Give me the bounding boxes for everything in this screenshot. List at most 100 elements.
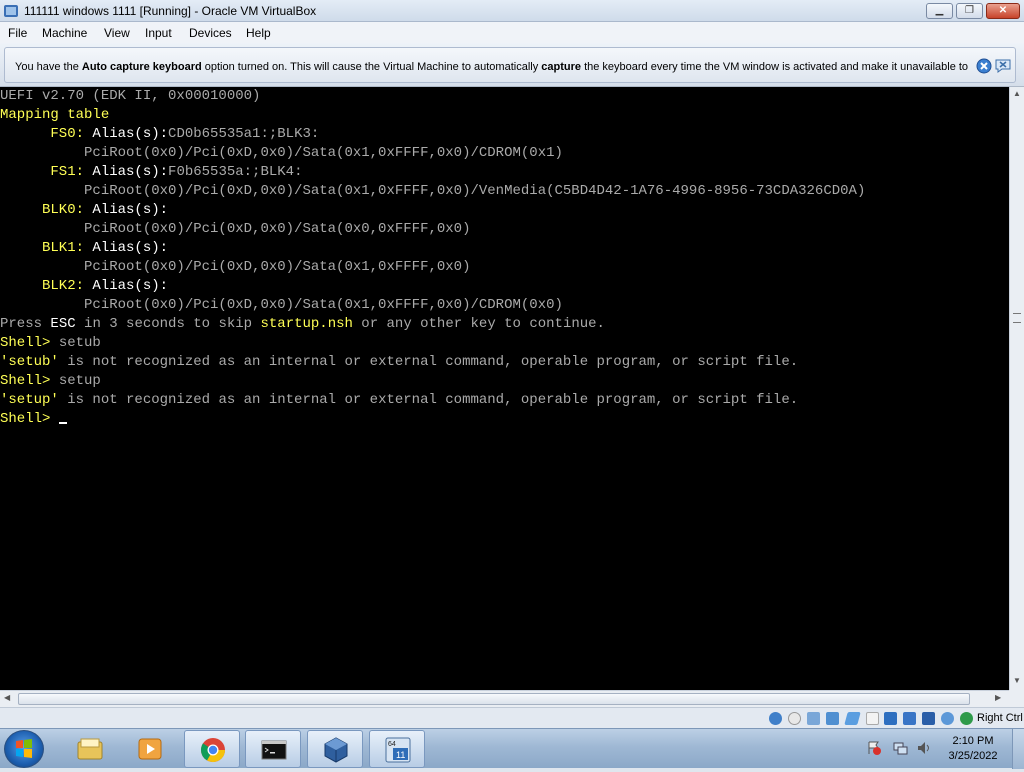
terminal-text: PciRoot(0x0)/Pci(0xD,0x0)/Sata(0x1,0xFFF…	[0, 183, 866, 199]
terminal-text: setup	[58, 373, 101, 389]
terminal-text: Mapping table	[0, 107, 110, 123]
menu-input[interactable]: Input	[145, 26, 172, 40]
terminal-line: PciRoot(0x0)/Pci(0xD,0x0)/Sata(0x1,0xFFF…	[0, 258, 865, 277]
network-icon[interactable]	[826, 712, 839, 725]
optical-drive-icon[interactable]	[788, 712, 801, 725]
terminal-line: Press ESC in 3 seconds to skip startup.n…	[0, 315, 865, 334]
taskbar-virtualbox-vm[interactable]: 64 11	[369, 730, 425, 768]
virtualbox-window: 111111 windows 1111 [Running] - Oracle V…	[0, 0, 1024, 728]
terminal-text: F0b65535a:;BLK4:	[168, 164, 303, 180]
cpu-virtualization-icon[interactable]	[922, 712, 935, 725]
audio-icon[interactable]	[807, 712, 820, 725]
terminal-line: FS0: Alias(s):CD0b65535a1:;BLK3:	[0, 125, 865, 144]
menu-file[interactable]: File	[8, 26, 27, 40]
terminal-text: PciRoot(0x0)/Pci(0xD,0x0)/Sata(0x1,0xFFF…	[0, 297, 563, 313]
terminal-text: PciRoot(0x0)/Pci(0xD,0x0)/Sata(0x0,0xFFF…	[0, 221, 471, 237]
notice-message: You have the Auto capture keyboard optio…	[15, 61, 969, 73]
taskbar-media-player[interactable]	[122, 730, 178, 768]
window-title: 111111 windows 1111 [Running] - Oracle V…	[24, 4, 317, 18]
menu-machine[interactable]: Machine	[42, 26, 87, 40]
text-cursor	[58, 422, 67, 424]
scroll-right-icon[interactable]: ▶	[995, 693, 1001, 702]
system-clock[interactable]: 2:10 PM 3/25/2022	[940, 734, 1006, 764]
video-capture-icon[interactable]	[903, 712, 916, 725]
shared-folders-icon[interactable]	[866, 712, 879, 725]
menu-devices[interactable]: Devices	[189, 26, 232, 40]
terminal-line: Shell> setup	[0, 372, 865, 391]
network-tray-icon[interactable]	[892, 740, 908, 756]
terminal-text: BLK0:	[0, 202, 93, 218]
terminal-text: setub	[58, 335, 101, 351]
chrome-icon	[201, 738, 225, 763]
svg-text:64: 64	[388, 741, 396, 748]
terminal-text: UEFI v2.70 (EDK II, 0x00010000)	[0, 88, 261, 104]
taskbar-file-explorer[interactable]	[62, 730, 118, 768]
terminal-line: PciRoot(0x0)/Pci(0xD,0x0)/Sata(0x0,0xFFF…	[0, 220, 865, 239]
mouse-integration-icon[interactable]	[941, 712, 954, 725]
action-center-icon[interactable]	[866, 740, 882, 756]
status-bar: Right Ctrl	[0, 707, 1024, 728]
terminal-text: BLK1:	[0, 240, 93, 256]
keyboard-capture-icon[interactable]	[960, 712, 973, 725]
menu-bar: File Machine View Input Devices Help	[0, 22, 1024, 43]
minimize-button[interactable]: ▁	[926, 3, 953, 19]
vertical-scrollbar[interactable]: ▲ ▼	[1009, 87, 1024, 690]
terminal-text: or any other key to continue.	[352, 316, 605, 332]
title-bar[interactable]: 111111 windows 1111 [Running] - Oracle V…	[0, 0, 1024, 22]
terminal-text: Shell>	[0, 411, 59, 427]
virtualbox-vm-icon: 64 11	[385, 737, 411, 763]
taskbar-command-prompt[interactable]	[245, 730, 301, 768]
windows-taskbar: 64 11 2:10 PM 3/25/2022	[0, 728, 1024, 769]
terminal-line: Shell>	[0, 410, 865, 429]
taskbar-virtualbox-manager[interactable]	[307, 730, 363, 768]
taskbar-chrome[interactable]	[184, 730, 240, 768]
terminal-text: FS1:	[0, 164, 93, 180]
terminal-text: BLK2:	[0, 278, 93, 294]
terminal-text: Alias(s):	[92, 164, 169, 180]
terminal-line: PciRoot(0x0)/Pci(0xD,0x0)/Sata(0x1,0xFFF…	[0, 144, 865, 163]
clock-date: 3/25/2022	[948, 750, 998, 762]
start-orb-icon[interactable]	[4, 730, 44, 768]
uefi-shell-output: UEFI v2.70 (EDK II, 0x00010000) Mapping t…	[0, 87, 865, 429]
menu-view[interactable]: View	[104, 26, 130, 40]
vm-display[interactable]: UEFI v2.70 (EDK II, 0x00010000) Mapping t…	[0, 87, 1009, 690]
terminal-text: PciRoot(0x0)/Pci(0xD,0x0)/Sata(0x1,0xFFF…	[0, 259, 471, 275]
svg-text:11: 11	[396, 750, 405, 760]
maximize-button[interactable]: ❐	[956, 3, 983, 19]
terminal-text: Alias(s):	[92, 126, 169, 142]
terminal-text: Shell>	[0, 335, 59, 351]
scroll-down-icon[interactable]: ▼	[1013, 676, 1021, 685]
terminal-text: is not recognized as an internal or exte…	[58, 354, 799, 370]
terminal-text: Alias(s):	[92, 240, 169, 256]
terminal-line: UEFI v2.70 (EDK II, 0x00010000)	[0, 87, 865, 106]
usb-icon[interactable]	[844, 712, 861, 725]
terminal-line: BLK0: Alias(s):	[0, 201, 865, 220]
terminal-line: Mapping table	[0, 106, 865, 125]
terminal-text: 'setub'	[0, 354, 59, 370]
auto-capture-notice: You have the Auto capture keyboard optio…	[0, 43, 1024, 87]
virtualbox-app-icon	[4, 5, 18, 17]
notice-close-icon[interactable]	[976, 58, 992, 74]
close-button[interactable]: ✕	[986, 3, 1020, 19]
terminal-text: Alias(s):	[92, 202, 169, 218]
volume-icon[interactable]	[916, 740, 932, 756]
terminal-text: Alias(s):	[92, 278, 169, 294]
scroll-left-icon[interactable]: ◀	[4, 693, 10, 702]
menu-help[interactable]: Help	[246, 26, 271, 40]
scroll-grip-icon	[1013, 313, 1021, 323]
scroll-up-icon[interactable]: ▲	[1013, 89, 1021, 98]
terminal-text: CD0b65535a1:;BLK3:	[168, 126, 320, 142]
hard-disk-icon[interactable]	[769, 712, 782, 725]
scroll-corner	[1009, 690, 1024, 707]
terminal-line: PciRoot(0x0)/Pci(0xD,0x0)/Sata(0x1,0xFFF…	[0, 182, 865, 201]
display-icon[interactable]	[884, 712, 897, 725]
terminal-text: 'setup'	[0, 392, 59, 408]
terminal-line: PciRoot(0x0)/Pci(0xD,0x0)/Sata(0x1,0xFFF…	[0, 296, 865, 315]
notice-do-not-show-icon[interactable]	[994, 58, 1012, 74]
terminal-line: 'setub' is not recognized as an internal…	[0, 353, 865, 372]
horizontal-scrollbar[interactable]: ◀ ▶	[0, 690, 1009, 707]
host-key-label[interactable]: Right Ctrl	[977, 712, 1023, 724]
horizontal-scroll-thumb[interactable]	[18, 693, 970, 705]
show-desktop-button[interactable]	[1012, 729, 1024, 769]
terminal-text: PciRoot(0x0)/Pci(0xD,0x0)/Sata(0x1,0xFFF…	[0, 145, 563, 161]
